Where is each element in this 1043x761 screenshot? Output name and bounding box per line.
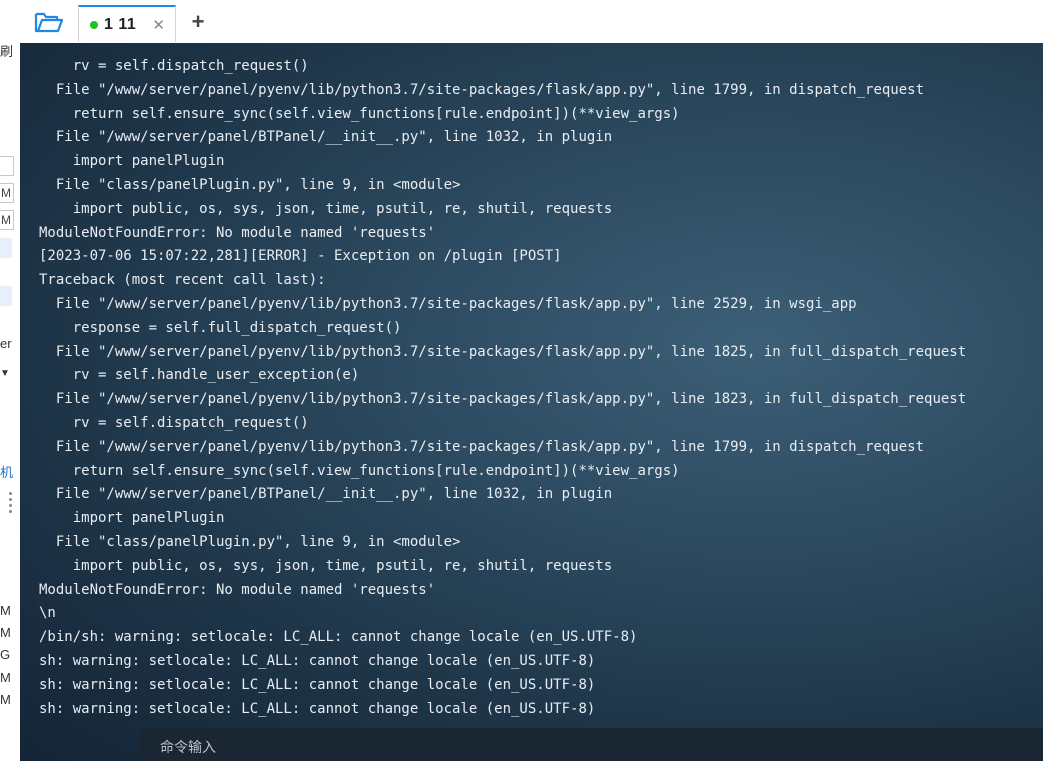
terminal-line: File "/www/server/panel/pyenv/lib/python…	[39, 438, 925, 455]
triangle-icon: ▼	[0, 368, 10, 379]
plus-icon: +	[191, 9, 205, 34]
terminal-line: File "class/panelPlugin.py", line 9, in …	[39, 176, 461, 193]
terminal-line: ModuleNotFoundError: No module named 're…	[39, 224, 436, 241]
terminal-line: sh: warning: setlocale: LC_ALL: cannot c…	[39, 676, 596, 693]
bg-fragment: er	[0, 336, 12, 351]
terminal-line: File "class/panelPlugin.py", line 9, in …	[39, 533, 461, 550]
bg-box: M	[0, 183, 14, 203]
bg-selection	[0, 286, 12, 306]
bg-box	[0, 156, 14, 176]
open-folder-button[interactable]	[28, 6, 70, 38]
terminal-line: import panelPlugin	[39, 153, 225, 170]
bg-fragment: M	[0, 670, 11, 685]
bg-fragment: M	[0, 603, 11, 618]
tab-session[interactable]: 1 11 ✕	[78, 5, 176, 42]
bg-fragment: 刷	[0, 44, 14, 59]
terminal-line: \n	[39, 605, 56, 622]
folder-open-icon	[34, 12, 64, 33]
connection-status-icon	[90, 20, 98, 29]
terminal-line: import public, os, sys, json, time, psut…	[39, 200, 613, 217]
terminal-line: File "/www/server/panel/pyenv/lib/python…	[39, 343, 967, 360]
terminal-line: rv = self.dispatch_request()	[39, 58, 309, 74]
background-window-strip: 刷 M M er ▼ 机 M M G M M	[0, 0, 21, 761]
terminal-line: Traceback (most recent call last):	[39, 272, 326, 289]
bg-fragment: G	[0, 647, 11, 662]
terminal-line: [2023-07-06 15:07:22,281][ERROR] - Excep…	[39, 248, 562, 265]
terminal-line: response = self.full_dispatch_request()	[39, 319, 402, 336]
terminal-line: import panelPlugin	[39, 510, 225, 527]
bg-fragment: M	[0, 692, 11, 707]
terminal-line: File "/www/server/panel/pyenv/lib/python…	[39, 391, 967, 408]
bg-selection	[0, 238, 12, 258]
terminal-line: File "/www/server/panel/BTPanel/__init__…	[39, 486, 613, 503]
terminal-line: rv = self.handle_user_exception(e)	[39, 367, 360, 384]
tab-bar: 1 11 ✕ +	[20, 0, 1043, 44]
add-tab-button[interactable]: +	[185, 9, 211, 35]
terminal-line: return self.ensure_sync(self.view_functi…	[39, 462, 680, 479]
tab-label: 1 11	[104, 15, 137, 33]
drag-handle-icon	[9, 492, 13, 516]
terminal-line: sh: warning: setlocale: LC_ALL: cannot c…	[39, 652, 596, 669]
terminal-line: /bin/sh: warning: setlocale: LC_ALL: can…	[39, 629, 638, 646]
terminal-line: sh: warning: setlocale: LC_ALL: cannot c…	[39, 700, 596, 717]
terminal-line: File "/www/server/panel/BTPanel/__init__…	[39, 129, 613, 146]
terminal-line: import public, os, sys, json, time, psut…	[39, 557, 613, 574]
terminal-line: rv = self.dispatch_request()	[39, 414, 309, 431]
command-input-placeholder: 命令输入	[160, 740, 216, 756]
close-icon[interactable]: ✕	[152, 16, 165, 34]
terminal-line: ModuleNotFoundError: No module named 're…	[39, 581, 436, 598]
bg-box: M	[0, 210, 14, 230]
bg-fragment: 机	[0, 465, 14, 480]
bg-fragment: M	[0, 625, 11, 640]
terminal-line: File "/www/server/panel/pyenv/lib/python…	[39, 295, 857, 312]
terminal-window[interactable]: rv = self.dispatch_request() File "/www/…	[20, 43, 1043, 761]
terminal-line: File "/www/server/panel/pyenv/lib/python…	[39, 81, 925, 98]
command-input-bar[interactable]: 命令输入	[140, 728, 1043, 761]
terminal-output: rv = self.dispatch_request() File "/www/…	[39, 55, 1043, 721]
terminal-line: return self.ensure_sync(self.view_functi…	[39, 105, 680, 122]
